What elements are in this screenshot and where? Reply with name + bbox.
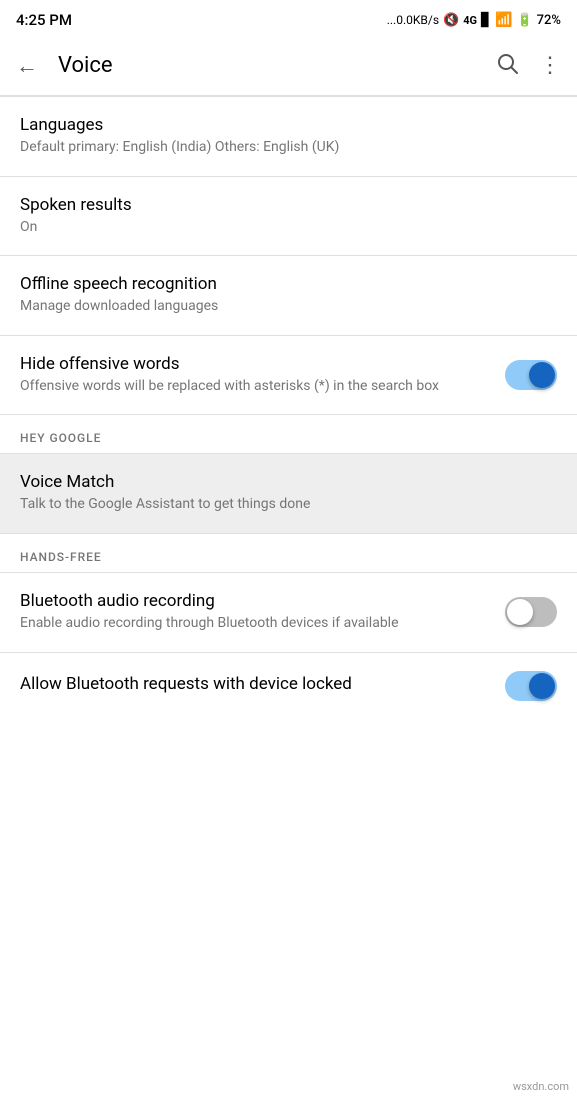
app-bar-actions: ⋮ [495, 51, 561, 81]
voice-match-item[interactable]: Voice Match Talk to the Google Assistant… [0, 454, 577, 533]
spoken-results-subtitle: On [20, 218, 557, 238]
voice-match-title: Voice Match [20, 472, 557, 492]
offline-speech-title: Offline speech recognition [20, 274, 557, 294]
spoken-results-title: Spoken results [20, 195, 557, 215]
hide-offensive-toggle[interactable] [505, 360, 557, 390]
bluetooth-audio-item[interactable]: Bluetooth audio recording Enable audio r… [0, 573, 577, 652]
bluetooth-audio-toggle[interactable] [505, 597, 557, 627]
search-icon[interactable] [495, 51, 519, 81]
hey-google-section-header: HEY GOOGLE [0, 415, 577, 453]
offline-speech-text: Offline speech recognition Manage downlo… [20, 274, 557, 317]
languages-title: Languages [20, 115, 557, 135]
status-icons: ...0.0KB/s 🔇 4G ▊ 📶 🔋 72% [387, 12, 561, 28]
hide-offensive-subtitle: Offensive words will be replaced with as… [20, 377, 489, 397]
toggle-track-hide-offensive [505, 360, 557, 390]
watermark: wsxdn.com [513, 1080, 569, 1093]
bluetooth-requests-toggle[interactable] [505, 671, 557, 701]
bluetooth-audio-title: Bluetooth audio recording [20, 591, 489, 611]
bluetooth-requests-title: Allow Bluetooth requests with device loc… [20, 674, 489, 694]
signal-icon: ▊ [481, 13, 491, 28]
voice-match-text: Voice Match Talk to the Google Assistant… [20, 472, 557, 515]
battery-percent: 72% [537, 13, 561, 28]
data-icon: 4G [463, 14, 477, 27]
offline-speech-subtitle: Manage downloaded languages [20, 297, 557, 317]
status-bar: 4:25 PM ...0.0KB/s 🔇 4G ▊ 📶 🔋 72% [0, 0, 577, 36]
bluetooth-requests-text: Allow Bluetooth requests with device loc… [20, 674, 489, 697]
page-title: Voice [58, 53, 495, 78]
languages-item[interactable]: Languages Default primary: English (Indi… [0, 97, 577, 176]
wifi-icon: 📶 [495, 12, 512, 28]
app-bar: ← Voice ⋮ [0, 36, 577, 96]
mute-icon: 🔇 [443, 13, 459, 28]
languages-text: Languages Default primary: English (Indi… [20, 115, 557, 158]
hide-offensive-title: Hide offensive words [20, 354, 489, 374]
back-button[interactable]: ← [16, 53, 38, 79]
toggle-track-bluetooth-requests [505, 671, 557, 701]
hide-offensive-text: Hide offensive words Offensive words wil… [20, 354, 489, 397]
spoken-results-text: Spoken results On [20, 195, 557, 238]
hide-offensive-item[interactable]: Hide offensive words Offensive words wil… [0, 336, 577, 415]
spoken-results-item[interactable]: Spoken results On [0, 177, 577, 256]
toggle-thumb-hide-offensive [529, 362, 555, 388]
bluetooth-audio-text: Bluetooth audio recording Enable audio r… [20, 591, 489, 634]
languages-subtitle: Default primary: English (India) Others:… [20, 138, 557, 158]
bluetooth-requests-item[interactable]: Allow Bluetooth requests with device loc… [0, 653, 577, 719]
offline-speech-item[interactable]: Offline speech recognition Manage downlo… [0, 256, 577, 335]
toggle-thumb-bluetooth-audio [507, 599, 533, 625]
hands-free-section-header: HANDS-FREE [0, 534, 577, 572]
toggle-track-bluetooth-audio [505, 597, 557, 627]
bluetooth-audio-subtitle: Enable audio recording through Bluetooth… [20, 614, 489, 634]
voice-match-subtitle: Talk to the Google Assistant to get thin… [20, 495, 557, 515]
battery-icon: 🔋 [516, 13, 532, 28]
more-options-icon[interactable]: ⋮ [539, 53, 561, 78]
network-indicator: ...0.0KB/s [387, 13, 439, 27]
status-time: 4:25 PM [16, 11, 72, 29]
toggle-thumb-bluetooth-requests [529, 673, 555, 699]
